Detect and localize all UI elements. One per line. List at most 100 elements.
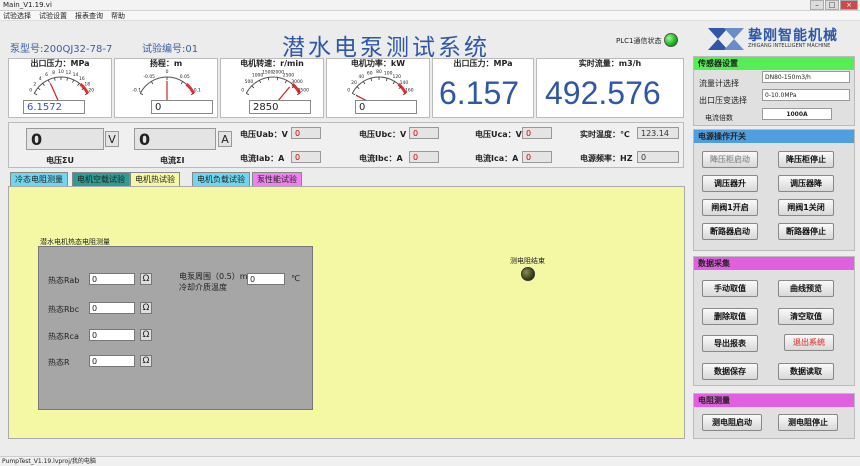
gauge-outlet-pressure: 出口压力：MPa 0 2 4 6 8 10 12 14 16 18 20 6.1572 [8, 58, 112, 118]
iab-value: 0 [291, 151, 321, 163]
sensor-settings-title: 传感器设置 [694, 57, 854, 70]
gauge-value: 6.1572 [23, 100, 85, 114]
digital-flow: 实时流量：m3/h 492.576 [536, 58, 684, 118]
ibc-value: 0 [409, 151, 439, 163]
clear-samples-button[interactable]: 清空取值 [778, 308, 834, 325]
tab-pump-performance[interactable]: 泵性能试验 [252, 172, 302, 187]
gauge-tick-label: 12 [66, 70, 72, 76]
gauge-value: 0 [355, 100, 417, 114]
hot-resistance-panel [38, 246, 313, 410]
exit-system-button[interactable]: 退出系统 [784, 334, 834, 351]
gauge-dial: -0.1 -0.05 0 0.05 0.1 [132, 69, 201, 103]
gauge-dial: 050010001500 2000250030003500 [241, 69, 310, 103]
regulator-up-button[interactable]: 调压器升 [702, 175, 758, 192]
current-unit: A [218, 131, 232, 147]
resistance-start-button[interactable]: 测电阻启动 [702, 414, 762, 431]
hot-rca-unit: Ω [140, 329, 152, 341]
valve1-open-button[interactable]: 闸阀1开启 [702, 199, 758, 216]
regulator-down-button[interactable]: 调压器降 [778, 175, 834, 192]
ica-label: 电流Ica：A [475, 154, 519, 163]
ambient-temp-label-1: 电泵周围（0.5）m [179, 272, 248, 281]
flowmeter-select[interactable]: DN80-150m3/h [762, 71, 850, 83]
tab-noload-test[interactable]: 电机空载试验 [72, 172, 130, 187]
gauge-tick-label: 0 [166, 69, 169, 75]
pressure-sensor-label: 出口压变选择 [699, 96, 747, 105]
data-acquisition-title: 数据采集 [694, 257, 854, 270]
save-data-button[interactable]: 数据保存 [702, 363, 758, 380]
gauge-title: 扬程：m [149, 59, 183, 68]
menu-item-test-select[interactable]: 试验选择 [3, 11, 31, 20]
maximize-icon[interactable]: □ [825, 0, 839, 10]
gauge-tick [246, 93, 250, 96]
gauge-tick-label: 3000 [291, 79, 303, 85]
delete-sample-button[interactable]: 删除取值 [702, 308, 758, 325]
hot-r-input[interactable]: 0 [89, 355, 135, 367]
ambient-temp-label-2: 冷却介质温度 [179, 283, 227, 292]
digital-outlet-pressure: 出口压力：MPa 6.157 [432, 58, 534, 118]
flowmeter-label: 流量计选择 [699, 79, 739, 88]
gauge-tick-label: 80 [376, 69, 382, 75]
uab-label: 电压Uab：V [240, 130, 288, 139]
hot-rbc-label: 热态Rbc [48, 305, 80, 314]
curve-preview-button[interactable]: 曲线预览 [778, 280, 834, 297]
step-down-stop-button[interactable]: 降压柜停止 [778, 151, 834, 168]
temp-label: 实时温度：℃ [580, 130, 630, 139]
resistance-done-label: 测电阻结束 [510, 257, 545, 265]
close-icon[interactable]: × [840, 0, 858, 10]
company-logo: 挚刚智能机械 ZHIGANG INTELLIGENT MACHINE [706, 24, 856, 54]
gauge-tick-label: 14 [73, 72, 79, 78]
gauge-tick [284, 80, 287, 84]
pressure-sensor-select[interactable]: 0-10.0MPa [762, 89, 850, 101]
gauge-dial: 0246 8 10 12 14161820 [29, 69, 94, 103]
digital-value: 492.576 [545, 75, 661, 111]
read-data-button[interactable]: 数据读取 [778, 363, 834, 380]
gauge-tick-label: 2500 [283, 73, 295, 79]
tab-load-test[interactable]: 电机负载试验 [192, 172, 250, 187]
gauge-tick [251, 85, 255, 89]
ubc-value: 0 [409, 127, 439, 139]
gauge-tick [77, 83, 80, 86]
step-down-start-button[interactable]: 降压柜启动 [702, 151, 758, 168]
export-report-button[interactable]: 导出报表 [702, 335, 758, 352]
voltage-unit: V [105, 131, 119, 147]
minimize-icon[interactable]: – [810, 0, 824, 10]
gauge-tick-label: 140 [400, 80, 409, 86]
resistance-stop-button[interactable]: 测电阻停止 [778, 414, 838, 431]
hot-rca-input[interactable]: 0 [89, 329, 135, 341]
gauge-tick-label: 3500 [298, 88, 310, 94]
menu-item-test-settings[interactable]: 试验设置 [39, 11, 67, 20]
digital-title: 出口压力：MPa [453, 59, 513, 68]
gauge-value: 2850 [249, 100, 311, 114]
hot-rab-input[interactable]: 0 [89, 273, 135, 285]
tab-cold-resistance[interactable]: 冷态电阻测量 [10, 172, 68, 187]
gauge-title: 电机功率：kW [350, 59, 406, 68]
gauge-tick-label: 0 [241, 88, 244, 94]
hot-rbc-input[interactable]: 0 [89, 302, 135, 314]
ibc-label: 电流Ibc：A [359, 154, 403, 163]
total-current-value: 0 [134, 128, 216, 150]
menu-item-report-query[interactable]: 报表查询 [75, 11, 103, 20]
resistance-done-led [521, 267, 535, 281]
hot-rab-label: 热态Rab [48, 276, 80, 285]
gauge-tick [370, 78, 373, 82]
gauge-tick [34, 93, 38, 96]
ambient-temp-unit: ℃ [291, 274, 300, 283]
gauge-head: 扬程：m -0.1 -0.05 0 0.05 0.1 0 [114, 58, 218, 118]
logo-icon [708, 28, 744, 50]
menu-item-help[interactable]: 帮助 [111, 11, 125, 20]
window-title: Main_V1.19.vi [3, 1, 52, 9]
window-controls: – □ × [810, 0, 858, 10]
valve1-close-button[interactable]: 闸阀1关闭 [778, 199, 834, 216]
gauge-red-zone [185, 82, 196, 95]
ambient-temp-input[interactable]: 0 [247, 273, 285, 285]
gauge-tick-label: 20 [88, 88, 94, 94]
breaker-start-button[interactable]: 断路器启动 [702, 223, 758, 240]
iab-label: 电流Iab：A [240, 154, 285, 163]
manual-sample-button[interactable]: 手动取值 [702, 280, 758, 297]
gauge-tick-label: 120 [392, 74, 401, 80]
breaker-stop-button[interactable]: 断路器停止 [778, 223, 834, 240]
gauge-value: 0 [151, 100, 213, 114]
current-ratio-select[interactable]: 1000A [762, 108, 832, 120]
total-voltage-value: 0 [26, 128, 104, 150]
uca-value: 0 [522, 127, 552, 139]
